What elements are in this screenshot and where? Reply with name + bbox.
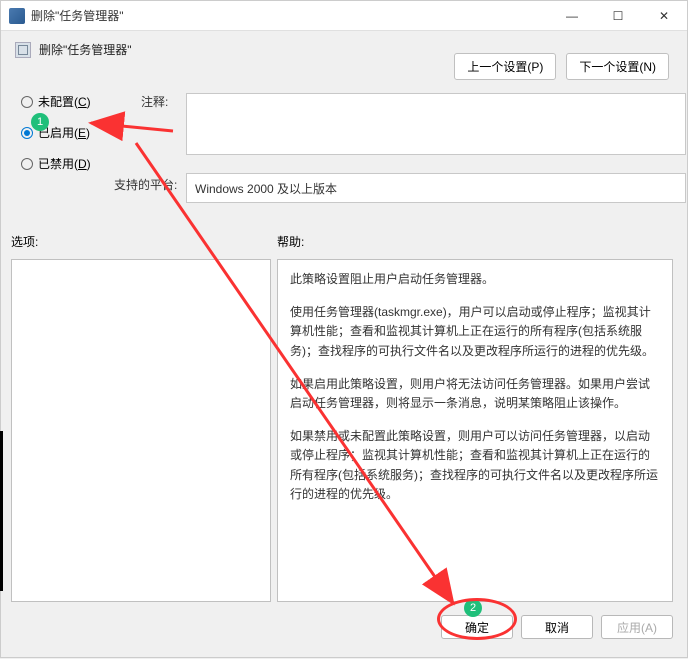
prev-setting-button[interactable]: 上一个设置(P) <box>454 53 556 80</box>
comment-textbox[interactable] <box>186 93 686 155</box>
minimize-button[interactable]: — <box>549 1 595 31</box>
comment-label: 注释: <box>141 93 168 110</box>
help-text: 如果启用此策略设置，则用户将无法访问任务管理器。如果用户尝试启动任务管理器，则将… <box>290 375 660 413</box>
help-text: 此策略设置阻止用户启动任务管理器。 <box>290 270 660 289</box>
window-titlebar: 删除"任务管理器" — ☐ ✕ <box>1 1 687 31</box>
app-icon <box>9 8 25 24</box>
options-label: 选项: <box>11 233 277 250</box>
help-text: 使用任务管理器(taskmgr.exe)，用户可以启动或停止程序；监视其计算机性… <box>290 303 660 361</box>
close-button[interactable]: ✕ <box>641 1 687 31</box>
options-panel <box>11 259 271 602</box>
help-label: 帮助: <box>277 233 304 250</box>
platform-label: 支持的平台: <box>114 176 177 193</box>
left-edge-artifact <box>0 431 3 591</box>
policy-icon <box>15 42 31 58</box>
cancel-button[interactable]: 取消 <box>521 615 593 639</box>
help-panel: 此策略设置阻止用户启动任务管理器。 使用任务管理器(taskmgr.exe)，用… <box>277 259 673 602</box>
next-setting-button[interactable]: 下一个设置(N) <box>566 53 669 80</box>
apply-button[interactable]: 应用(A) <box>601 615 673 639</box>
annotation-circle <box>437 598 517 640</box>
platform-textbox: Windows 2000 及以上版本 <box>186 173 686 203</box>
maximize-button[interactable]: ☐ <box>595 1 641 31</box>
window-title: 删除"任务管理器" <box>31 7 124 24</box>
help-text: 如果禁用或未配置此策略设置，则用户可以访问任务管理器，以启动或停止程序；监视其计… <box>290 427 660 504</box>
annotation-badge-1: 1 <box>31 113 49 131</box>
radio-disabled[interactable]: 已禁用(D) <box>21 155 673 172</box>
dialog-title: 删除"任务管理器" <box>39 41 132 58</box>
